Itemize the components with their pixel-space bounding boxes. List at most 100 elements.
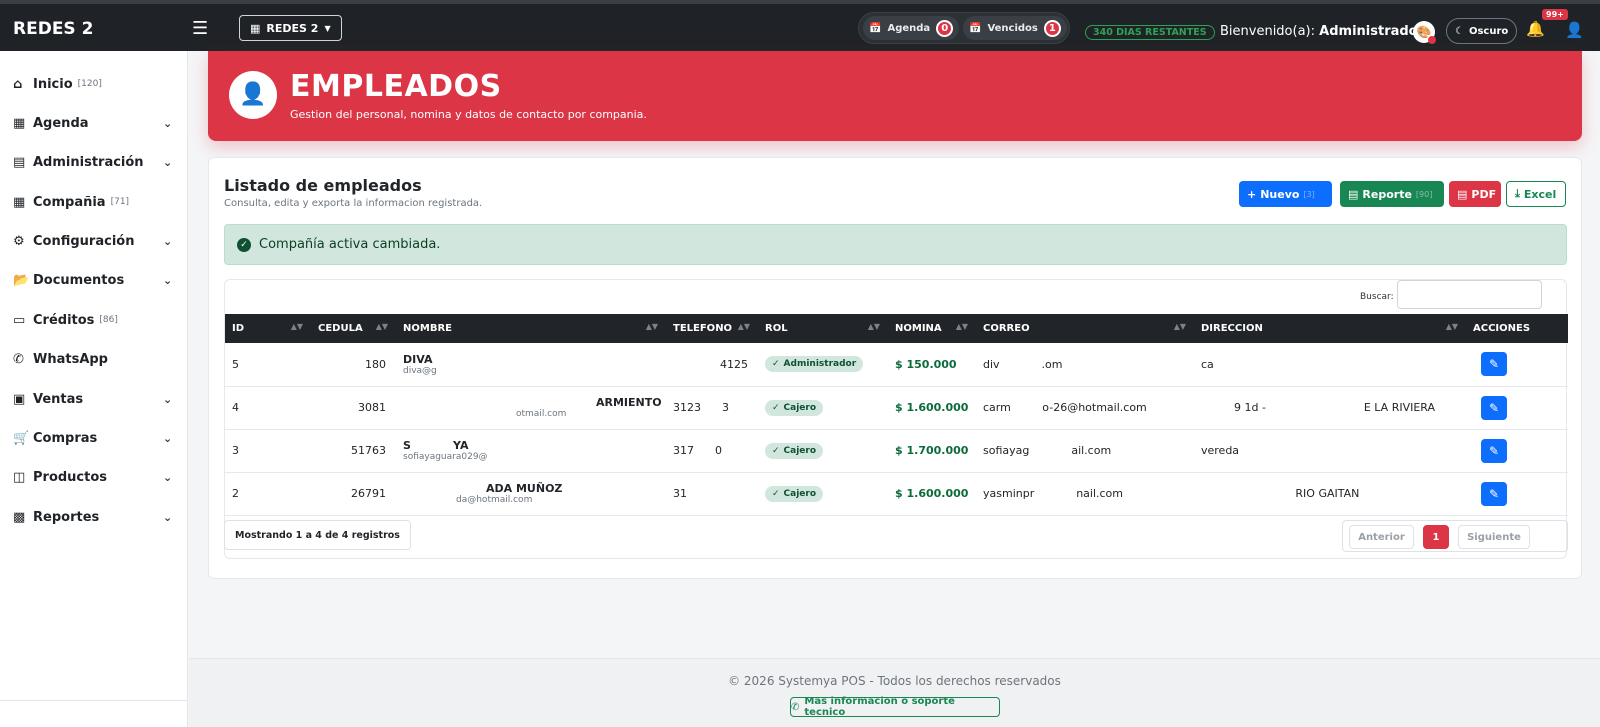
column-header-label: ACCIONES	[1473, 323, 1531, 334]
pagination-next-button[interactable]: Siguiente	[1458, 525, 1530, 549]
whatsapp-icon: ✆	[13, 351, 24, 367]
role-label: Administrador	[783, 359, 857, 370]
new-button[interactable]: + Nuevo [3]	[1239, 181, 1332, 207]
support-button[interactable]: ✆ Mas informacion o soporte tecnico	[790, 696, 1000, 718]
sidebar-item-compras[interactable]: 🛒 Compras ⌄	[0, 423, 188, 453]
id-card-icon: ▤	[13, 154, 26, 170]
cell-nomina: $ 1.600.000	[895, 487, 969, 500]
column-header-cedula[interactable]: CEDULA ▲▼	[311, 314, 396, 343]
sidebar-item-label: Agenda	[33, 115, 89, 131]
sidebar-item-inicio[interactable]: ⌂ Inicio [120]	[0, 69, 188, 99]
sidebar-item-ventas[interactable]: ▣ Ventas ⌄	[0, 384, 188, 414]
report-button[interactable]: ▤ Reporte [90]	[1340, 181, 1444, 207]
sidebar-item-count: [86]	[99, 315, 118, 325]
edit-button[interactable]: ✎	[1481, 438, 1507, 463]
boxes-icon: ◫	[13, 469, 26, 485]
column-header-correo[interactable]: CORREO ▲▼	[976, 314, 1194, 343]
alerts-pill-group: 📅 Agenda 0 📅 Vencidos 1	[858, 12, 1070, 44]
theme-label: Oscuro	[1468, 25, 1509, 37]
cell-nombre: ADA MUÑOZ da@hotmail.com	[396, 472, 666, 515]
excel-button[interactable]: ⤓ Excel	[1506, 181, 1566, 207]
search-label: Buscar:	[1360, 292, 1394, 302]
sidebar-item-label: Ventas	[33, 391, 84, 407]
user-icon[interactable]: 👤	[1565, 21, 1584, 39]
cell-direccion: 9 1d - E LA RIVIERA	[1234, 401, 1436, 414]
vencidos-pill[interactable]: 📅 Vencidos 1	[963, 16, 1067, 40]
folder-icon: 📂	[13, 272, 30, 288]
sidebar-item-whatsapp[interactable]: ✆ WhatsApp	[0, 344, 188, 374]
pagination-page-button[interactable]: 1	[1423, 525, 1449, 549]
brand-name[interactable]: REDES 2	[13, 19, 93, 39]
search-input[interactable]	[1397, 280, 1542, 309]
sidebar-item-label: Compras	[33, 430, 98, 446]
sidebar-item-documentos[interactable]: 📂 Documentos ⌄	[0, 265, 188, 295]
sort-icon: ▲▼	[867, 322, 880, 331]
cell-correo: yasminpr nail.com	[983, 487, 1124, 500]
bell-icon[interactable]: 🔔	[1526, 20, 1545, 38]
cell-nombre: S YA sofiayaguara029@	[396, 429, 666, 472]
moon-icon: ☾	[1455, 25, 1464, 37]
company-select[interactable]: ▦ REDES 2 ▼	[239, 15, 342, 41]
edit-icon: ✎	[1488, 357, 1500, 372]
column-header-direccion[interactable]: DIRECCION ▲▼	[1194, 314, 1466, 343]
edit-button[interactable]: ✎	[1481, 481, 1507, 506]
column-header-nombre[interactable]: NOMBRE ▲▼	[396, 314, 666, 343]
cell-direccion: ca	[1201, 357, 1214, 371]
sidebar-item-creditos[interactable]: ▭ Créditos [86]	[0, 305, 188, 335]
agenda-pill[interactable]: 📅 Agenda 0	[863, 16, 960, 40]
edit-icon: ✎	[1488, 443, 1500, 458]
chevron-down-icon: ⌄	[163, 273, 173, 287]
table-row: 4 3081 ARMIENTO otmail.com 3123 3 ✓ Cajero…	[225, 386, 1568, 429]
cell-rol: ✓ Cajero	[758, 429, 888, 472]
sidebar-item-count: [120]	[77, 79, 102, 89]
agenda-pill-label: Agenda	[887, 22, 931, 34]
building-icon: ▦	[13, 194, 26, 210]
caret-down-icon: ▼	[324, 23, 331, 33]
pdf-button[interactable]: ▤ PDF	[1449, 181, 1501, 207]
column-header-label: TELEFONO	[673, 323, 733, 334]
chevron-down-icon: ⌄	[163, 470, 173, 484]
sidebar-item-configuracion[interactable]: ⚙ Configuración ⌄	[0, 226, 188, 256]
company-select-label: REDES 2	[266, 21, 319, 35]
sidebar-item-compania[interactable]: ▦ Compañia [71]	[0, 187, 188, 217]
edit-icon: ✎	[1488, 400, 1500, 415]
role-label: Cajero	[783, 445, 817, 456]
chevron-down-icon: ⌄	[163, 116, 173, 130]
sidebar-item-label: Administración	[33, 154, 144, 170]
agenda-count-badge: 0	[936, 19, 954, 37]
welcome-user: Administrador	[1319, 24, 1425, 39]
column-header-nomina[interactable]: NOMINA ▲▼	[888, 314, 976, 343]
palette-icon[interactable]: 🎨	[1413, 21, 1436, 44]
sidebar-item-label: WhatsApp	[33, 351, 108, 367]
sidebar-item-reportes[interactable]: ▩ Reportes ⌄	[0, 502, 188, 532]
new-button-label: Nuevo	[1260, 187, 1300, 201]
chevron-down-icon: ⌄	[163, 431, 173, 445]
theme-toggle-button[interactable]: ☾ Oscuro	[1446, 18, 1518, 44]
pagination-prev-button[interactable]: Anterior	[1349, 525, 1414, 549]
sidebar-item-label: Inicio	[33, 76, 73, 92]
sidebar-item-productos[interactable]: ◫ Productos ⌄	[0, 462, 188, 492]
column-header-rol[interactable]: ROL ▲▼	[758, 314, 888, 343]
chart-icon: ▩	[13, 509, 26, 525]
cell-id: 2	[232, 487, 239, 500]
cell-telefono: 317 0	[673, 444, 722, 457]
sidebar-item-label: Productos	[33, 469, 108, 485]
chevron-down-icon: ⌄	[163, 510, 173, 524]
user-check-icon: ✓	[772, 445, 780, 456]
welcome-text: Bienvenido(a): Administrador	[1220, 24, 1424, 39]
cell-nomina: $ 1.700.000	[895, 444, 969, 457]
column-header-telefono[interactable]: TELEFONO ▲▼	[666, 314, 758, 343]
check-circle-icon: ✓	[237, 237, 251, 252]
edit-button[interactable]: ✎	[1481, 395, 1507, 420]
copyright-text: © 2026 Systemya POS - Todos los derechos…	[728, 674, 1061, 688]
column-header-label: ID	[232, 323, 245, 334]
hamburger-icon[interactable]: ☰	[192, 18, 208, 39]
sidebar-item-administracion[interactable]: ▤ Administración ⌄	[0, 147, 188, 177]
days-remaining-badge: 340 DIAS RESTANTES	[1085, 25, 1215, 40]
employee-name: DIVA	[403, 352, 433, 366]
sidebar-item-agenda[interactable]: ▦ Agenda ⌄	[0, 108, 188, 138]
edit-button[interactable]: ✎	[1481, 352, 1507, 377]
cell-acciones: ✎	[1466, 343, 1568, 386]
column-header-id[interactable]: ID ▲▼	[225, 314, 311, 343]
table-info: Mostrando 1 a 4 de 4 registros	[224, 520, 411, 550]
